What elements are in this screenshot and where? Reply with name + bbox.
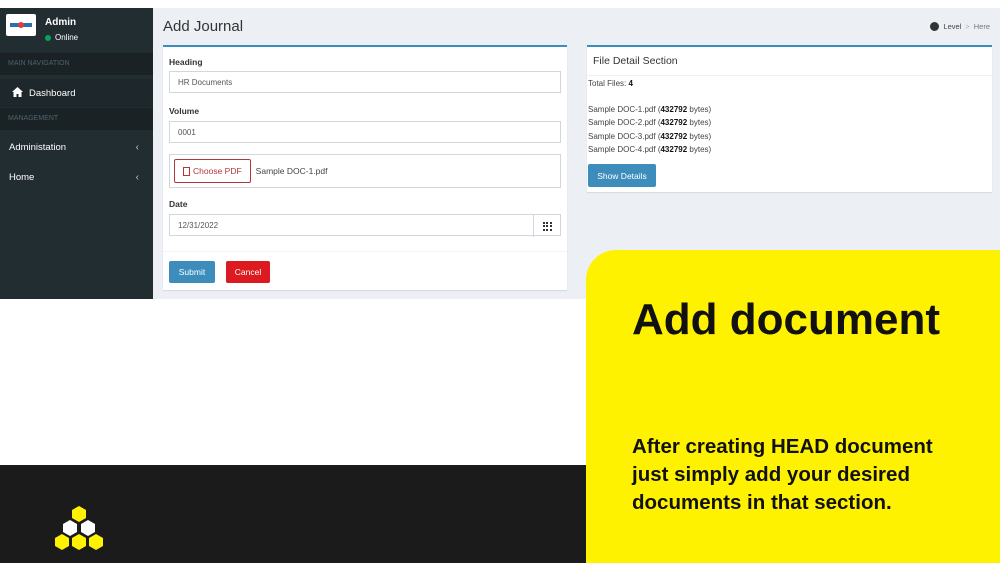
- file-list-item: Sample DOC-2.pdf (432792 bytes): [588, 118, 712, 127]
- file-detail-title: File Detail Section: [593, 55, 678, 67]
- choose-pdf-button[interactable]: Choose PDF: [174, 159, 251, 183]
- date-input[interactable]: 12/31/2022: [169, 214, 561, 237]
- chevron-left-icon: ‹: [135, 141, 139, 153]
- sidebar-item-label: Administation: [9, 141, 67, 153]
- breadcrumb-here: Here: [973, 22, 990, 31]
- sidebar-header-main: MAIN NAVIGATION: [0, 53, 153, 75]
- page-title: Add Journal: [163, 18, 244, 35]
- online-dot-icon: [45, 34, 51, 41]
- sidebar: Admin Online MAIN NAVIGATION Dashboard M…: [0, 8, 153, 299]
- total-files-label: Total Files:: [588, 79, 627, 88]
- sidebar-item-dashboard[interactable]: Dashboard: [0, 79, 153, 107]
- heading-input[interactable]: HR Documents: [169, 71, 561, 93]
- user-status-text: Online: [55, 33, 79, 42]
- company-logo: [6, 14, 36, 36]
- file-list-item: Sample DOC-3.pdf (432792 bytes): [588, 132, 712, 141]
- sidebar-item-administation[interactable]: Administation ‹: [0, 133, 153, 161]
- file-list-item: Sample DOC-1.pdf (432792 bytes): [588, 105, 712, 114]
- home-icon: [12, 86, 24, 100]
- dashboard-gauge-icon: [930, 22, 940, 31]
- logo-mark-icon: [10, 22, 32, 28]
- user-panel: Admin Online: [0, 8, 153, 53]
- sidebar-item-home[interactable]: Home ‹: [0, 163, 153, 191]
- brand-band: [0, 465, 586, 563]
- breadcrumb-separator: >: [965, 22, 970, 31]
- user-name: Admin: [45, 17, 77, 28]
- choose-pdf-label: Choose PDF: [193, 166, 242, 176]
- promo-panel: Add document After creating HEAD documen…: [586, 250, 1000, 563]
- file-upload-row: Choose PDF Sample DOC-1.pdf: [169, 154, 561, 188]
- calendar-button[interactable]: [533, 215, 560, 237]
- date-label: Date: [169, 199, 188, 209]
- user-status: Online: [45, 33, 78, 42]
- hexagon-brand-logo-icon: [55, 506, 103, 550]
- form-footer-divider: [163, 251, 567, 252]
- selected-file-name: Sample DOC-1.pdf: [255, 166, 328, 176]
- file-detail-box: File Detail Section Total Files: 4 Sampl…: [587, 45, 992, 192]
- breadcrumb: Level > Here: [930, 22, 990, 31]
- pdf-file-icon: [183, 166, 190, 176]
- sidebar-item-label: Dashboard: [29, 87, 76, 99]
- breadcrumb-level[interactable]: Level: [943, 22, 961, 31]
- page-root: Admin Online MAIN NAVIGATION Dashboard M…: [0, 0, 1000, 563]
- promo-title: Add document: [632, 295, 940, 344]
- show-details-button[interactable]: Show Details: [588, 164, 656, 187]
- sidebar-header-management: MANAGEMENT: [0, 108, 153, 130]
- volume-input[interactable]: 0001: [169, 121, 561, 143]
- cancel-button[interactable]: Cancel: [226, 261, 270, 283]
- sidebar-item-label: Home: [9, 171, 35, 183]
- date-value: 12/31/2022: [178, 220, 219, 230]
- journal-form-box: Heading HR Documents Volume 0001 Choose …: [163, 45, 567, 290]
- volume-label: Volume: [169, 106, 200, 116]
- file-list-item: Sample DOC-4.pdf (432792 bytes): [588, 145, 712, 154]
- submit-button[interactable]: Submit: [169, 261, 215, 283]
- total-files: Total Files: 4: [588, 79, 633, 88]
- chevron-left-icon: ‹: [135, 171, 139, 183]
- box-divider: [587, 75, 992, 76]
- calendar-grid-icon: [542, 221, 552, 231]
- heading-label: Heading: [169, 57, 203, 67]
- promo-description: After creating HEAD document just simply…: [632, 435, 933, 514]
- total-files-count: 4: [628, 79, 633, 88]
